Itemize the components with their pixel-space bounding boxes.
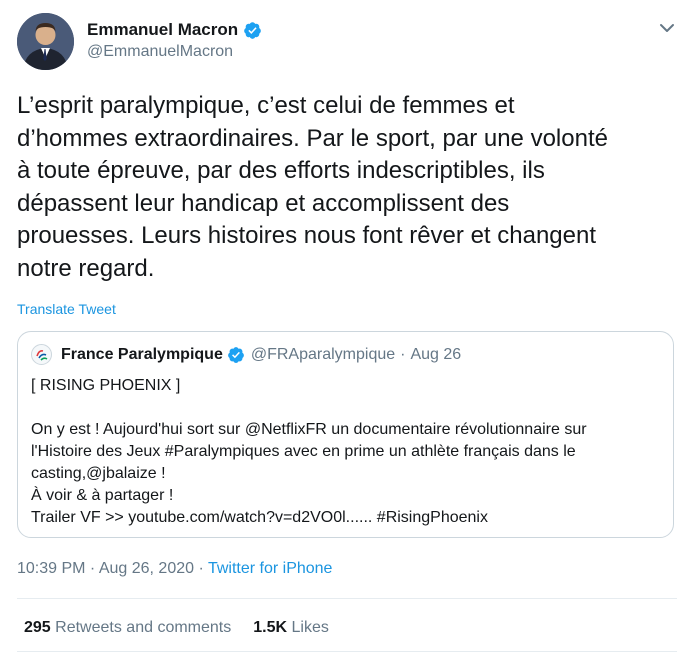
likes-stat[interactable]: 1.5K Likes [253,619,329,636]
tweet-stats: 295 Retweets and comments 1.5K Likes [24,619,329,637]
retweets-label: Retweets and comments [55,619,232,636]
quoted-text-line: À voir & à partager ! [31,487,174,504]
author-avatar[interactable] [17,13,74,70]
quoted-text-line: [ RISING PHOENIX ] [31,377,181,394]
chevron-down-icon[interactable] [656,17,678,39]
tweet-source-link[interactable]: Twitter for iPhone [208,560,333,577]
quoted-tweet[interactable]: France Paralympique @FRAparalympique · A… [17,331,674,538]
author-name-row[interactable]: Emmanuel Macron [87,20,262,40]
quoted-date[interactable]: Aug 26 [410,346,461,364]
quoted-text-line: l'Histoire des Jeux #Paralympiques avec … [31,443,576,460]
paralympic-logo-icon [36,350,48,361]
tweet-text-line: à toute épreuve, par des efforts indescr… [17,157,545,184]
quoted-author-name[interactable]: France Paralympique [61,346,223,364]
likes-label: Likes [291,619,329,636]
author-name[interactable]: Emmanuel Macron [87,20,238,40]
tweet-card: Emmanuel Macron @EmmanuelMacron L’esprit… [0,0,696,657]
retweets-count: 295 [24,619,51,636]
tweet-text-line: d’hommes extraordinaires. Par le sport, … [17,124,608,152]
tweet-text-line: notre regard. [17,254,155,282]
tweet-text-line: prouesses. Leurs histoires nous font rêv… [17,222,596,249]
tweet-text-line: dépassent leur handicap et accomplissent… [17,189,510,217]
quoted-text-line: Trailer VF >> youtube.com/watch?v=d2VO0l… [31,509,488,526]
tweet-meta: 10:39 PM · Aug 26, 2020 · Twitter for iP… [17,560,332,578]
verified-badge-icon [227,347,244,363]
divider [17,598,677,599]
tweet-timestamp[interactable]: 10:39 PM · Aug 26, 2020 · [17,560,208,577]
retweets-stat[interactable]: 295 Retweets and comments [24,619,231,636]
meta-separator: · [400,346,406,363]
quoted-author-avatar[interactable] [31,344,52,365]
quoted-header: France Paralympique @FRAparalympique · A… [61,346,461,364]
quoted-text-line: On y est ! Aujourd'hui sort sur @Netflix… [31,421,587,438]
divider [17,651,677,652]
translate-tweet-link[interactable]: Translate Tweet [17,301,116,317]
quoted-text-blank-line [31,397,661,419]
verified-badge-icon [244,21,261,39]
likes-count: 1.5K [253,619,288,636]
user-avatar-icon [17,13,74,70]
author-handle[interactable]: @EmmanuelMacron [87,43,233,61]
quoted-text: [ RISING PHOENIX ] On y est ! Aujourd'hu… [31,375,661,529]
tweet-text-line: L’esprit paralympique, c’est celui de fe… [17,92,515,119]
quoted-author-handle[interactable]: @FRAparalympique [251,346,395,364]
tweet-text: L’esprit paralympique, c’est celui de fe… [17,90,677,285]
quoted-text-line: casting,@jbalaize ! [31,465,166,482]
